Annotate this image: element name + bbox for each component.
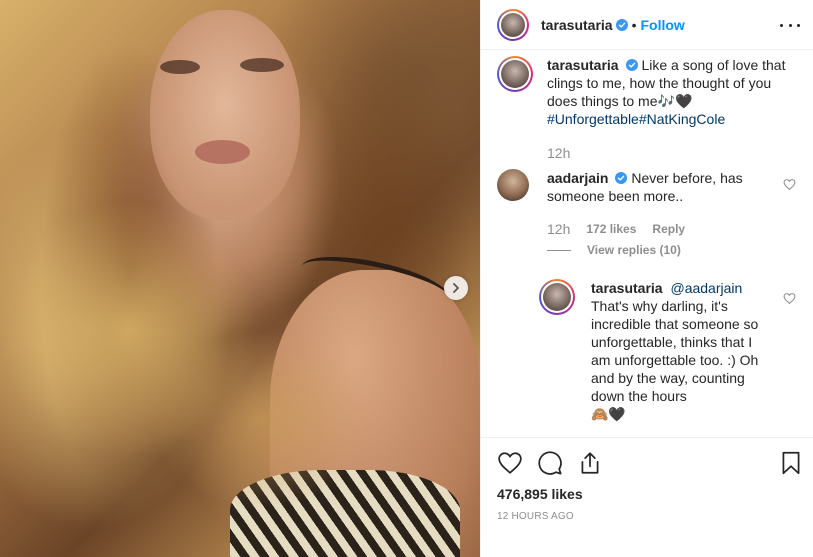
- more-options-icon[interactable]: [780, 17, 800, 33]
- reply-text-block: tarasutaria @aadarjain That's why darlin…: [591, 279, 759, 423]
- comment-item: aadarjain Never before, has someone been…: [497, 169, 797, 205]
- comments-list[interactable]: tarasutaria Like a song of love that cli…: [481, 51, 813, 437]
- photo-foreground-blur-2: [150, 330, 370, 510]
- view-replies-toggle[interactable]: View replies (10): [547, 243, 681, 257]
- likes-count[interactable]: 476,895 likes: [497, 486, 583, 502]
- caption-text-block: tarasutaria Like a song of love that cli…: [547, 56, 787, 128]
- post-photo[interactable]: [0, 0, 480, 557]
- post-side-panel: tarasutaria • Follow tarasutaria Like a …: [480, 0, 813, 557]
- caption-time: 12h: [547, 145, 571, 161]
- comment-text-block: aadarjain Never before, has someone been…: [547, 169, 747, 205]
- photo-face: [150, 10, 300, 220]
- caption: tarasutaria Like a song of love that cli…: [497, 56, 797, 128]
- heart-icon[interactable]: [497, 450, 523, 476]
- post-header: tarasutaria • Follow: [481, 0, 813, 50]
- post-timestamp[interactable]: 12 HOURS AGO: [497, 511, 574, 522]
- follow-button[interactable]: Follow: [641, 17, 685, 33]
- chevron-right-icon: [453, 283, 459, 293]
- photo-eye-right: [240, 58, 284, 72]
- post-actions: 476,895 likes 12 HOURS AGO: [481, 437, 813, 557]
- photo-lips: [195, 140, 250, 164]
- reply-text: That's why darling, it's incredible that…: [591, 298, 759, 404]
- bookmark-icon[interactable]: [778, 450, 804, 476]
- caption-avatar[interactable]: [497, 56, 533, 92]
- verified-badge-icon: [615, 18, 628, 31]
- verified-badge-icon: [615, 172, 628, 184]
- author-avatar[interactable]: [497, 8, 529, 41]
- caption-username[interactable]: tarasutaria: [547, 57, 619, 73]
- reply-username[interactable]: tarasutaria: [591, 280, 663, 296]
- comment-username[interactable]: aadarjain: [547, 170, 608, 186]
- heart-icon[interactable]: [783, 292, 796, 305]
- reply-item: tarasutaria @aadarjain That's why darlin…: [539, 279, 799, 423]
- view-replies-label: View replies (10): [587, 243, 681, 257]
- author-username[interactable]: tarasutaria: [541, 17, 613, 33]
- caption-hashtags[interactable]: #Unforgettable#NatKingCole: [547, 111, 725, 127]
- heart-icon[interactable]: [783, 178, 796, 191]
- verified-badge-icon: [625, 59, 638, 71]
- next-photo-button[interactable]: [444, 276, 468, 300]
- photo-eye-left: [160, 60, 200, 74]
- instagram-post: tarasutaria • Follow tarasutaria Like a …: [0, 0, 813, 557]
- comment-likes[interactable]: 172 likes: [586, 222, 636, 236]
- view-replies-line: [547, 249, 571, 251]
- reply-avatar[interactable]: [539, 279, 575, 315]
- reply-emojis: 🙈🖤: [591, 406, 626, 422]
- comment-meta: 12h 172 likes Reply: [547, 221, 685, 237]
- comment-time: 12h: [547, 221, 571, 237]
- share-icon[interactable]: [577, 450, 603, 476]
- comment-avatar[interactable]: [497, 169, 529, 201]
- caption-emojis: 🎶🖤: [657, 93, 693, 109]
- reply-mention[interactable]: @aadarjain: [670, 280, 742, 296]
- comment-reply-button[interactable]: Reply: [652, 222, 685, 236]
- header-separator: •: [631, 16, 637, 33]
- comment-icon[interactable]: [537, 450, 563, 476]
- caption-meta: 12h: [547, 145, 570, 161]
